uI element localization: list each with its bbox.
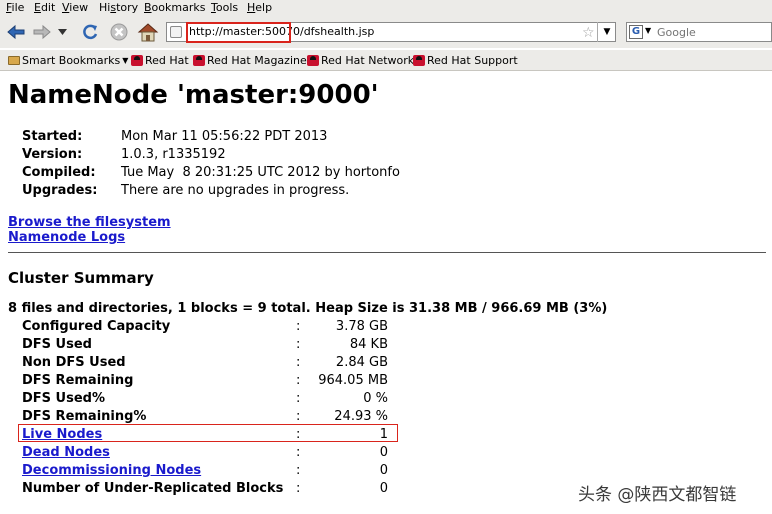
compiled-value: Tue May 8 20:31:25 UTC 2012 by hortonfo xyxy=(121,165,400,180)
menu-tools[interactable]: Tools xyxy=(211,1,238,14)
under-replicated-blocks-label: Number of Under-Replicated Blocks xyxy=(22,481,284,496)
version-label: Version: xyxy=(22,147,83,162)
summary-line: 8 files and directories, 1 blocks = 9 to… xyxy=(8,301,608,316)
divider xyxy=(8,252,766,253)
configured-capacity-label: Configured Capacity xyxy=(22,319,171,334)
search-input[interactable] xyxy=(657,24,769,40)
back-arrow-icon xyxy=(7,24,25,40)
dfs-used-value: 84 KB xyxy=(349,337,388,352)
section-title: Cluster Summary xyxy=(8,269,154,287)
bookmark-red-hat-magazine[interactable]: Red Hat Magazine xyxy=(193,54,307,67)
live-nodes-highlight xyxy=(18,424,398,442)
dfs-remaining-percent-value: 24.93 % xyxy=(334,409,388,424)
under-replicated-blocks-value: 0 xyxy=(379,481,388,496)
dfs-remaining-value: 964.05 MB xyxy=(318,373,388,388)
non-dfs-used-value: 2.84 GB xyxy=(335,355,388,370)
namenode-logs-link[interactable]: Namenode Logs xyxy=(8,230,125,245)
browse-filesystem-link[interactable]: Browse the filesystem xyxy=(8,215,171,230)
bookmark-red-hat[interactable]: Red Hat xyxy=(131,54,189,67)
forward-arrow-icon xyxy=(33,24,51,40)
watermark: 头条 @陕西文都智链 xyxy=(578,485,737,505)
bookmark-red-hat-network[interactable]: Red Hat Network xyxy=(307,54,414,67)
menu-history[interactable]: History xyxy=(99,1,138,14)
red-hat-icon xyxy=(413,55,425,66)
menu-bookmarks[interactable]: Bookmarks xyxy=(144,1,205,14)
url-dropdown-button[interactable]: ▼ xyxy=(597,22,616,42)
decommissioning-nodes-link[interactable]: Decommissioning Nodes xyxy=(22,463,201,478)
upgrades-value: There are no upgrades in progress. xyxy=(121,183,350,198)
dfs-used-percent-value: 0 % xyxy=(363,391,388,406)
search-bar[interactable]: G ▼ xyxy=(626,22,772,42)
menu-bar: File Edit View History Bookmarks Tools H… xyxy=(0,0,772,16)
chevron-down-icon[interactable]: ▼ xyxy=(645,26,651,35)
chevron-down-icon: ▼ xyxy=(603,27,611,37)
dfs-used-label: DFS Used xyxy=(22,337,92,352)
red-hat-icon xyxy=(131,55,143,66)
dfs-used-percent-label: DFS Used% xyxy=(22,391,106,406)
url-port-highlight xyxy=(186,22,291,43)
dead-nodes-link[interactable]: Dead Nodes xyxy=(22,445,110,460)
chevron-down-icon: ▼ xyxy=(122,56,129,65)
non-dfs-used-label: Non DFS Used xyxy=(22,355,126,370)
menu-view[interactable]: View xyxy=(62,1,88,14)
stop-button[interactable] xyxy=(107,20,131,44)
version-value: 1.0.3, r1335192 xyxy=(121,147,226,162)
started-label: Started: xyxy=(22,129,83,144)
menu-file[interactable]: File xyxy=(6,1,24,14)
bookmarks-toolbar: Smart Bookmarks ▼ Red Hat Red Hat Magazin… xyxy=(0,50,772,71)
dfs-remaining-percent-label: DFS Remaining% xyxy=(22,409,147,424)
decommissioning-nodes-value: 0 xyxy=(379,463,388,478)
reload-icon xyxy=(83,24,98,40)
menu-help[interactable]: Help xyxy=(247,1,272,14)
menu-edit[interactable]: Edit xyxy=(34,1,55,14)
red-hat-icon xyxy=(193,55,205,66)
smart-bookmarks-menu[interactable]: Smart Bookmarks ▼ xyxy=(8,54,128,67)
red-hat-icon xyxy=(307,55,319,66)
back-button[interactable] xyxy=(4,20,28,44)
started-value: Mon Mar 11 05:56:22 PDT 2013 xyxy=(121,129,328,144)
forward-button[interactable] xyxy=(30,20,54,44)
page-title: NameNode 'master:9000' xyxy=(8,80,379,110)
bookmark-red-hat-support[interactable]: Red Hat Support xyxy=(413,54,518,67)
reload-button[interactable] xyxy=(78,20,102,44)
dfs-remaining-label: DFS Remaining xyxy=(22,373,134,388)
upgrades-label: Upgrades: xyxy=(22,183,98,198)
dead-nodes-value: 0 xyxy=(379,445,388,460)
home-icon xyxy=(137,23,159,42)
folder-icon xyxy=(8,56,20,65)
configured-capacity-value: 3.78 GB xyxy=(335,319,388,334)
chevron-down-icon xyxy=(57,29,67,35)
home-button[interactable] xyxy=(136,20,160,44)
page-icon xyxy=(170,26,182,38)
search-engine-icon[interactable]: G xyxy=(629,25,643,39)
compiled-label: Compiled: xyxy=(22,165,96,180)
stop-icon xyxy=(110,23,128,41)
star-icon[interactable]: ☆ xyxy=(582,25,595,41)
history-dropdown-button[interactable] xyxy=(55,20,69,44)
page-content: NameNode 'master:9000' Started: Mon Mar … xyxy=(0,72,772,514)
